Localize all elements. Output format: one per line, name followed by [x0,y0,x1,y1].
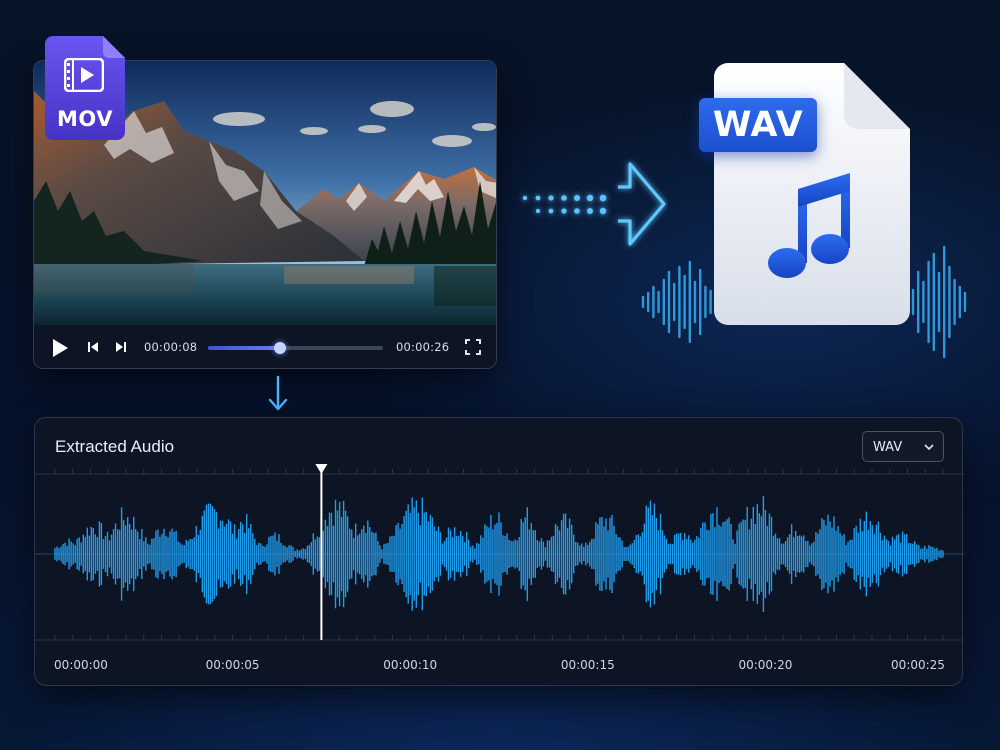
waveform[interactable] [35,418,964,687]
timeline-label: 00:00:00 [54,658,108,672]
timeline-label: 00:00:10 [383,658,438,672]
mov-label: MOV [57,107,113,131]
playhead-handle[interactable] [315,464,328,474]
timeline-label: 00:00:05 [205,658,260,672]
mov-file-badge: MOV [45,36,125,141]
audio-wave-decoration [641,260,712,344]
extracted-audio-panel: Extracted Audio WAV 00:00:00 00:00:05 00:0… [34,417,964,687]
seek-progress [208,346,280,350]
film-clip-icon [64,58,104,92]
fullscreen-icon[interactable] [465,339,481,355]
convert-arrow-icon [522,162,666,246]
play-icon[interactable] [50,337,70,359]
audio-wave-decoration [911,245,967,359]
timeline-label: 00:00:15 [560,658,615,672]
skip-forward-icon[interactable] [114,340,128,354]
player-controls: 00:00:08 00:00:26 [34,325,496,368]
current-time: 00:00:08 [144,340,198,354]
wav-label: WAV [699,98,817,152]
skip-back-icon[interactable] [86,340,100,354]
timeline-label: 00:00:25 [891,658,945,672]
duration: 00:00:26 [396,340,450,354]
seek-bar[interactable] [208,342,383,354]
seek-handle[interactable] [273,342,286,354]
timeline-label: 00:00:20 [738,658,793,672]
arrow-down-icon [268,375,288,411]
